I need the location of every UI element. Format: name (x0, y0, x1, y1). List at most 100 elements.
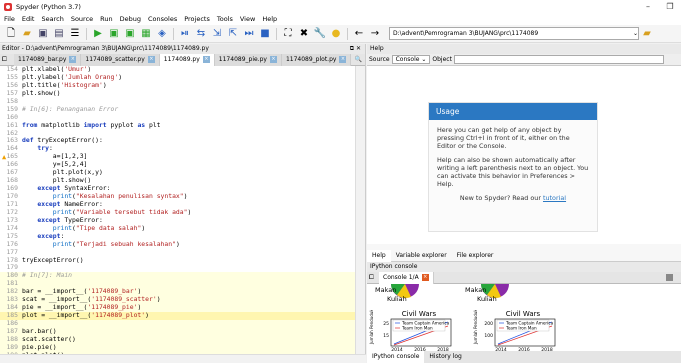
tab-history-log[interactable]: History log (424, 351, 466, 363)
code-line[interactable]: 176 print("Terjadi sebuah kesalahan") (0, 240, 356, 249)
plot-ytick: 25 (383, 321, 389, 327)
run-cell-icon[interactable]: ▣ (108, 28, 120, 40)
tab-help[interactable]: Help (367, 249, 391, 262)
code-line[interactable]: 178 tryExceptError() (0, 255, 356, 265)
close-tab-icon[interactable]: × (269, 56, 277, 63)
chevron-down-icon[interactable]: ⌄ (633, 28, 638, 39)
menu-projects[interactable]: Projects (184, 13, 210, 25)
code-line[interactable]: 157 plt.show() (0, 89, 356, 98)
stop-debug-icon[interactable]: ■ (259, 28, 271, 40)
code-text: scat.scatter() (22, 334, 76, 343)
code-text: tryExceptError() (22, 255, 84, 264)
tab-1174089-pie[interactable]: 1174089_pie.py × (214, 53, 282, 66)
menu-source[interactable]: Source (71, 13, 93, 25)
pane-options-icon[interactable]: ⧉ ✕ (350, 44, 365, 54)
minimize-button[interactable]: – (637, 0, 659, 13)
separator (276, 27, 277, 40)
menu-run[interactable]: Run (100, 13, 112, 25)
menu-file[interactable]: File (4, 13, 15, 25)
code-editor[interactable]: 154 plt.xlabel('Umur') 155 plt.ylabel('Juml… (0, 66, 356, 354)
stop-icon[interactable] (666, 274, 673, 281)
step-return-icon[interactable]: ⇱ (227, 28, 239, 40)
back-arrow-icon[interactable]: ← (353, 28, 365, 40)
editor-vertical-scrollbar[interactable] (355, 66, 365, 362)
code-line[interactable]: 161 from matplotlib import pyplot as plt (0, 121, 356, 130)
debug-step-icon[interactable]: ⏯ (179, 28, 191, 40)
menu-edit[interactable]: Edit (22, 13, 35, 25)
tab-1174089-plot[interactable]: 1174089_plot.py × (281, 53, 352, 66)
code-line[interactable]: 159 # In[6]: Penanganan Error (0, 105, 356, 114)
run-cell-advance-icon[interactable]: ▣ (124, 28, 136, 40)
tab-label: 1174089_plot.py (285, 55, 337, 63)
browse-tabs-icon[interactable]: ⧠ (367, 274, 379, 282)
source-select[interactable]: Console ⌄ (391, 55, 431, 64)
pie-label-kuliah: Kuliah (477, 295, 497, 303)
step-into-icon[interactable]: ⇲ (211, 28, 223, 40)
code-line[interactable]: 163 def tryExceptError(): (0, 136, 356, 145)
close-tab-icon[interactable]: × (202, 56, 210, 63)
code-line[interactable]: 185 plot = __import__('1174089_plot') (0, 311, 356, 320)
python-icon[interactable]: ● (330, 28, 342, 40)
tab-1174089-scatter[interactable]: 1174089_scatter.py × (81, 53, 160, 66)
menu-tools[interactable]: Tools (217, 13, 233, 25)
run-selection-icon[interactable]: ▦ (140, 28, 152, 40)
maximize-button[interactable]: ❐ (659, 0, 681, 13)
tab-ipython-console[interactable]: IPython console (367, 351, 425, 363)
right-panes: Help Source Console ⌄ Object Usage Here … (367, 44, 681, 363)
help-pane-tabs: Help Variable explorer File explorer (367, 249, 681, 262)
pythonpath-icon[interactable]: 🔧 (314, 28, 326, 40)
tutorial-link[interactable]: tutorial (543, 194, 566, 202)
new-file-icon[interactable]: 🗋 (5, 28, 17, 40)
warning-icon[interactable]: ▲ (2, 154, 8, 161)
tab-label: 1174089.py (163, 55, 200, 63)
tab-file-explorer[interactable]: File explorer (452, 250, 499, 262)
debug-icon[interactable]: ◈ (156, 28, 168, 40)
console-output[interactable]: Makan Kuliah Makan Kuliah Civil Wars Juml… (367, 284, 681, 351)
browse-tabs-icon[interactable]: ⧠ (2, 56, 14, 64)
tab-console-1a[interactable]: Console 1/A × (379, 271, 434, 284)
tab-label: Console 1/A (383, 273, 419, 281)
preferences-icon[interactable]: ✖ (298, 28, 310, 40)
run-icon[interactable]: ▶ (92, 28, 104, 40)
close-tab-icon[interactable]: × (147, 56, 155, 63)
save-icon[interactable]: ▣ (37, 28, 49, 40)
menu-search[interactable]: Search (41, 13, 63, 25)
close-tab-icon[interactable]: × (339, 56, 347, 63)
save-all-icon[interactable]: ▤ (53, 28, 65, 40)
close-tab-icon[interactable]: × (69, 56, 77, 63)
working-directory-input[interactable]: D:\advent\Pemrograman 3\BUJANG\prc\11740… (389, 27, 639, 40)
tab-label: 1174089_bar.py (18, 55, 67, 63)
help-pane-title: Help (370, 45, 384, 52)
pie-label-makan: Makan (465, 286, 487, 294)
debug-continue-icon[interactable]: ⇆ (195, 28, 207, 40)
console-bottom-tabs: IPython console History log (367, 351, 681, 363)
close-tab-icon[interactable]: × (421, 274, 429, 281)
forward-arrow-icon[interactable]: → (369, 28, 381, 40)
menu-view[interactable]: View (240, 13, 255, 25)
menu-help[interactable]: Help (262, 13, 277, 25)
open-file-icon[interactable]: ▰ (21, 28, 33, 40)
object-input[interactable] (453, 55, 664, 64)
tab-variable-explorer[interactable]: Variable explorer (391, 250, 452, 262)
tab-1174089-bar[interactable]: 1174089_bar.py × (14, 53, 82, 66)
code-text: # In[7]: Main (22, 271, 73, 280)
menu-consoles[interactable]: Consoles (148, 13, 177, 25)
legend-label: Team Iron Man (505, 326, 537, 331)
code-text: pie.pie() (22, 342, 57, 351)
continue-icon[interactable]: ⏭ (243, 28, 255, 40)
list-icon[interactable]: ☰ (69, 28, 81, 40)
tab-label: 1174089_scatter.py (85, 55, 145, 63)
browse-folder-icon[interactable]: ▰ (641, 28, 653, 40)
editor-pane: Editor - D:\advent\Pemrograman 3\BUJANG\… (0, 44, 366, 363)
code-line[interactable]: 180 # In[7]: Main (0, 271, 356, 281)
maximize-pane-icon[interactable]: ⛶ (282, 28, 294, 40)
tab-1174089[interactable]: 1174089.py × (159, 53, 215, 66)
editor-horizontal-scrollbar[interactable] (0, 354, 366, 363)
line-plot-2: Civil Wars Jumlah Penduduk 200 100 2014 2016 2… (473, 309, 561, 351)
editor-pane-header: Editor - D:\advent\Pemrograman 3\BUJANG\… (0, 44, 365, 54)
plot-svg: Civil WarsJumlah Penduduk 2001002014 2016 2… (473, 309, 556, 351)
menu-debug[interactable]: Debug (120, 13, 141, 25)
tutorial-prompt: New to Spyder? Read our (459, 194, 543, 202)
search-icon[interactable]: 🔍 (355, 56, 365, 63)
